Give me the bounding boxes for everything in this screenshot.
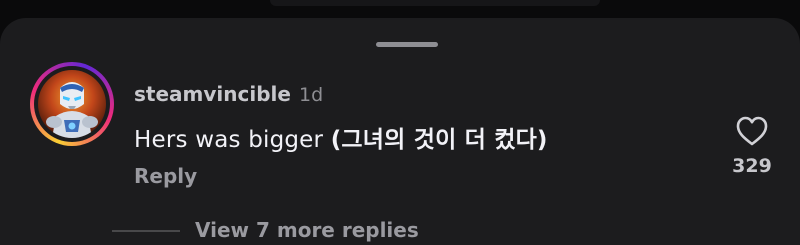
comment-text-korean: (그녀의 것이 더 컸다) [330,127,548,153]
drag-handle[interactable] [376,42,438,47]
like-count: 329 [732,155,772,177]
comment-text: Hers was bigger (그녀의 것이 더 컸다) [134,120,548,154]
reply-button[interactable]: Reply [134,164,197,188]
view-more-replies-button[interactable]: View 7 more replies [195,218,419,242]
comment-username[interactable]: steamvincible [134,82,291,106]
previous-panel-edge [270,0,600,6]
avatar-frame [34,66,110,142]
comment-text-english: Hers was bigger [134,127,324,153]
avatar-robot-image [38,70,106,138]
background-top [0,0,800,18]
like-heart-icon[interactable] [735,115,769,147]
comment-timestamp: 1d [299,84,324,106]
avatar[interactable] [38,70,106,138]
replies-divider-line [112,230,180,232]
avatar-story-ring[interactable] [30,62,114,146]
